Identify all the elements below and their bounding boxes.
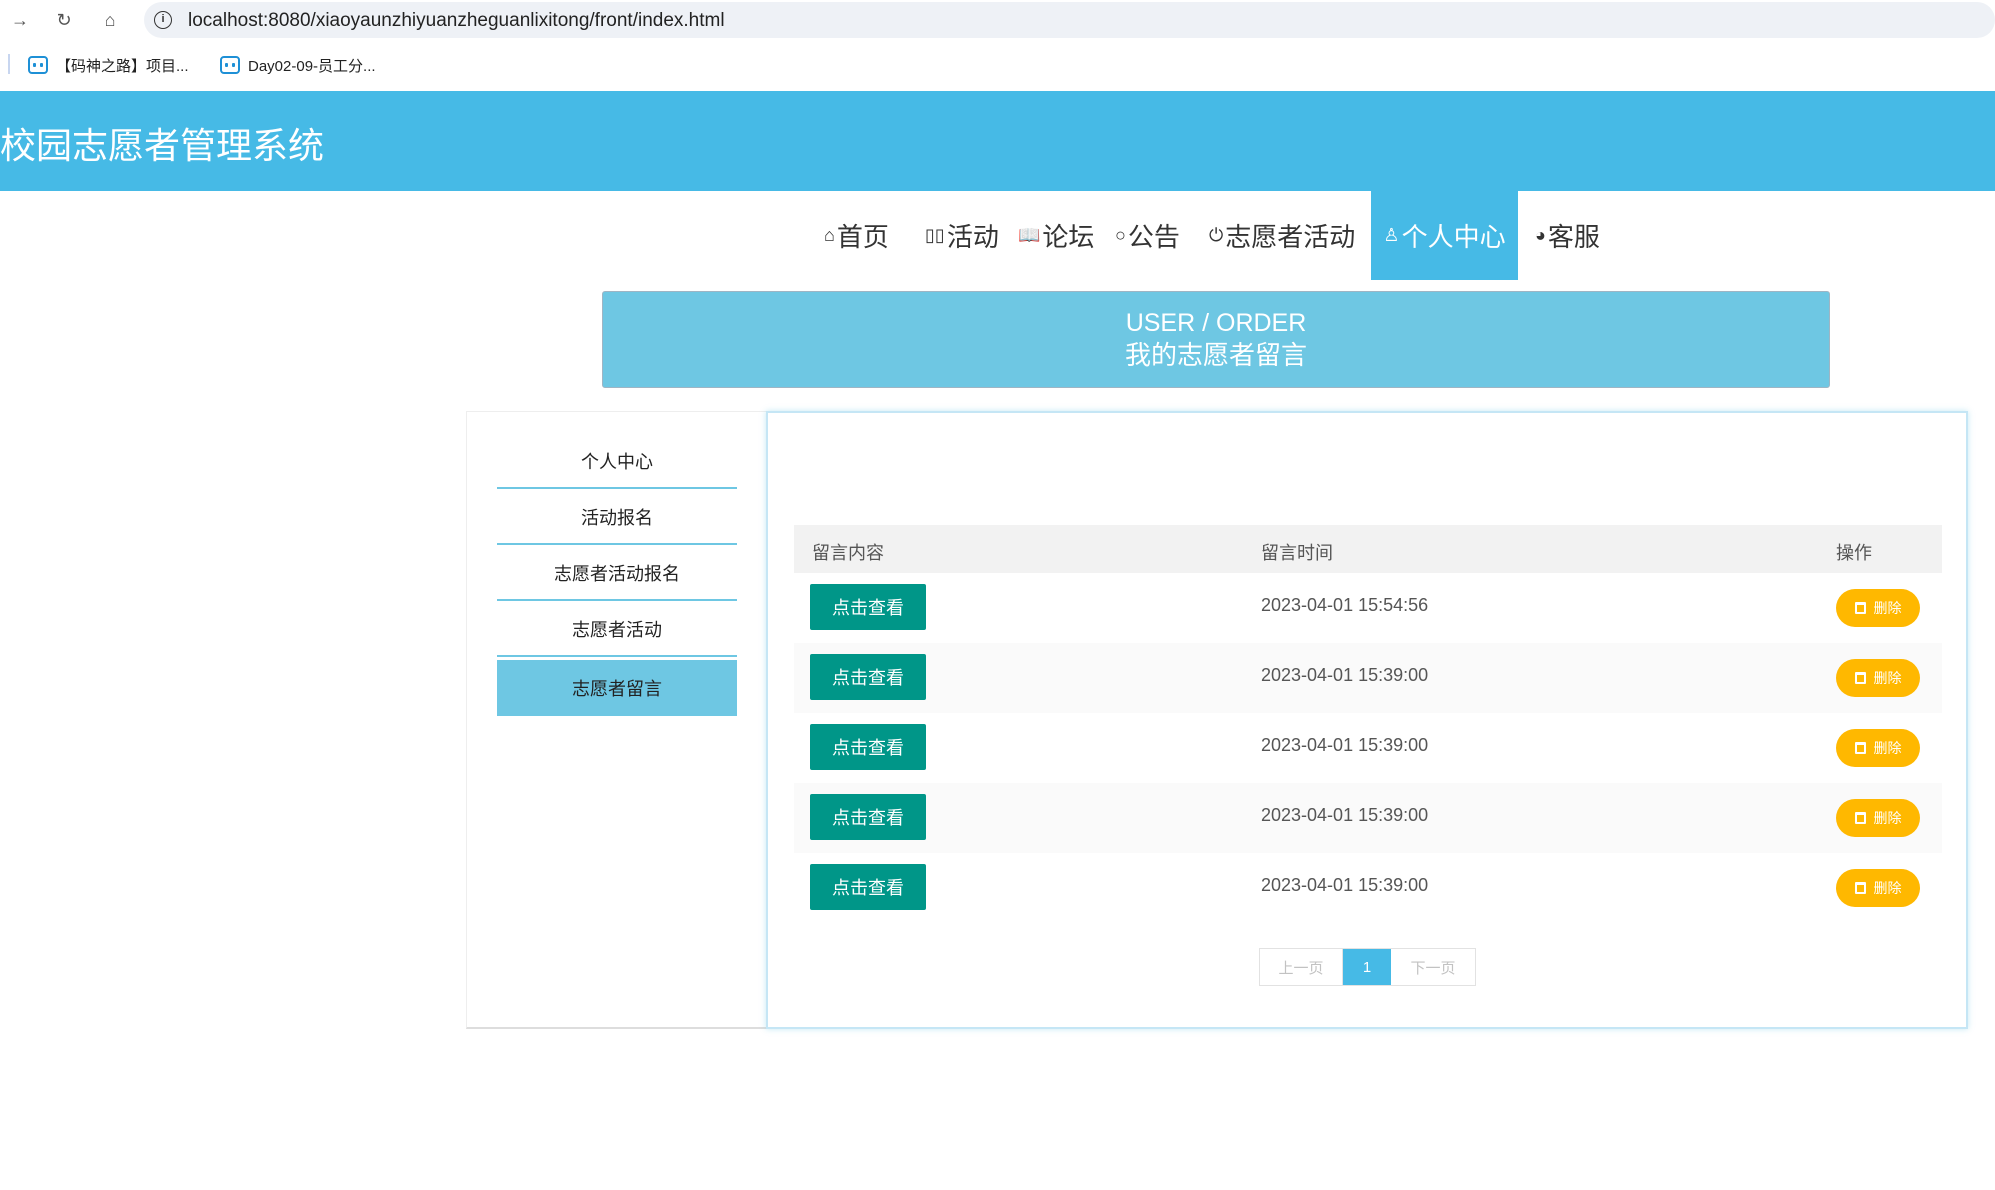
table-row: 点击查看 2023-04-01 15:39:00 删除: [794, 783, 1942, 853]
sidebar-item-personal-center[interactable]: 个人中心: [497, 435, 737, 489]
reload-icon[interactable]: ↻: [52, 8, 76, 32]
delete-button[interactable]: 删除: [1836, 659, 1920, 697]
delete-button[interactable]: 删除: [1836, 589, 1920, 627]
table-row: 点击查看 2023-04-01 15:54:56 删除: [794, 573, 1942, 643]
nav-item-activity[interactable]: ▯▯ 活动: [925, 191, 999, 280]
nav-item-personal-center[interactable]: ♙ 个人中心: [1371, 191, 1518, 280]
sidebar-item-volunteer-activity[interactable]: 志愿者活动: [497, 603, 737, 657]
chat-icon: ◕: [1535, 225, 1546, 245]
delete-label: 删除: [1873, 600, 1902, 616]
page-banner: USER / ORDER 我的志愿者留言: [602, 291, 1830, 388]
message-time: 2023-04-01 15:39:00: [1261, 665, 1429, 685]
message-time: 2023-04-01 15:39:00: [1261, 735, 1429, 755]
sidebar-item-label: 志愿者活动: [572, 620, 662, 640]
view-button[interactable]: 点击查看: [810, 864, 926, 910]
bookmark-2[interactable]: Day02-09-员工分...: [220, 52, 376, 78]
sidebar-item-label: 个人中心: [581, 452, 653, 472]
view-button[interactable]: 点击查看: [810, 794, 926, 840]
nav-item-volunteer-activity[interactable]: ⏻ 志愿者活动: [1209, 191, 1355, 280]
column-header-time: 留言时间: [1261, 543, 1333, 563]
sidebar-item-label: 活动报名: [581, 508, 653, 528]
nav-label: 论坛: [1042, 222, 1095, 252]
bookmarks-bar: 【码神之路】项目... Day02-09-员工分...: [0, 48, 1995, 82]
banner-subtitle: USER / ORDER: [1125, 309, 1307, 337]
sidebar-item-volunteer-activity-signup[interactable]: 志愿者活动报名: [497, 547, 737, 601]
bilibili-icon: [220, 56, 240, 74]
user-icon: ♙: [1383, 225, 1400, 245]
nav-item-notice[interactable]: ○ 公告: [1115, 191, 1180, 280]
column-header-content: 留言内容: [812, 543, 884, 563]
url-text: localhost:8080/xiaoyaunzhiyuanzheguanlix…: [188, 10, 725, 31]
current-page[interactable]: 1: [1343, 949, 1391, 985]
table-row: 点击查看 2023-04-01 15:39:00 删除: [794, 853, 1942, 923]
delete-button[interactable]: 删除: [1836, 729, 1920, 767]
browser-address-bar: → ↻ ⌂ i localhost:8080/xiaoyaunzhiyuanzh…: [0, 0, 1995, 40]
sidebar-item-activity-signup[interactable]: 活动报名: [497, 491, 737, 545]
message-time: 2023-04-01 15:54:56: [1261, 595, 1429, 615]
sidebar: 个人中心 活动报名 志愿者活动报名 志愿者活动 志愿者留言: [466, 411, 766, 1029]
nav-label: 客服: [1547, 222, 1600, 252]
sidebar-item-label: 志愿者留言: [572, 679, 662, 699]
nav-label: 个人中心: [1401, 222, 1506, 252]
nav-label: 志愿者活动: [1225, 222, 1356, 252]
column-header-actions: 操作: [1836, 543, 1872, 563]
prev-page-button[interactable]: 上一页: [1260, 949, 1343, 985]
delete-label: 删除: [1873, 740, 1902, 756]
url-field[interactable]: i localhost:8080/xiaoyaunzhiyuanzheguanl…: [144, 2, 1995, 38]
home-icon: ⌂: [824, 225, 835, 245]
site-header: 校园志愿者管理系统: [0, 91, 1995, 191]
view-button[interactable]: 点击查看: [810, 584, 926, 630]
trash-icon: [1854, 882, 1866, 894]
delete-label: 删除: [1873, 670, 1902, 686]
sidebar-item-volunteer-messages[interactable]: 志愿者留言: [497, 660, 737, 716]
nav-item-customer-service[interactable]: ◕ 客服: [1535, 191, 1600, 280]
message-time: 2023-04-01 15:39:00: [1261, 875, 1429, 895]
activity-icon: ▯▯: [925, 225, 945, 245]
table-row: 点击查看 2023-04-01 15:39:00 删除: [794, 643, 1942, 713]
view-button[interactable]: 点击查看: [810, 654, 926, 700]
page-title: 我的志愿者留言: [1124, 340, 1307, 370]
power-icon: ⏻: [1209, 225, 1224, 245]
bookmark-label: Day02-09-员工分...: [248, 57, 376, 75]
delete-label: 删除: [1873, 810, 1902, 826]
site-info-icon[interactable]: i: [154, 11, 172, 29]
trash-icon: [1854, 672, 1866, 684]
trash-icon: [1854, 812, 1866, 824]
delete-button[interactable]: 删除: [1836, 799, 1920, 837]
bookmark-1[interactable]: 【码神之路】项目...: [28, 52, 189, 78]
trash-icon: [1854, 602, 1866, 614]
book-icon: 📖: [1018, 225, 1041, 245]
message-time: 2023-04-01 15:39:00: [1261, 805, 1429, 825]
content-panel: 留言内容 留言时间 操作 点击查看 2023-04-01 15:54:56 删除…: [766, 411, 1968, 1029]
nav-item-forum[interactable]: 📖 论坛: [1018, 191, 1094, 280]
nav-label: 公告: [1127, 222, 1180, 252]
nav-label: 活动: [946, 222, 999, 252]
table-header: 留言内容 留言时间 操作: [794, 525, 1942, 573]
bilibili-icon: [28, 56, 48, 74]
back-icon[interactable]: →: [8, 8, 32, 32]
nav-label: 首页: [836, 222, 889, 252]
bookmark-label: 【码神之路】项目...: [56, 57, 189, 75]
nav-item-home[interactable]: ⌂ 首页: [824, 191, 889, 280]
next-page-button[interactable]: 下一页: [1391, 949, 1475, 985]
sidebar-item-label: 志愿者活动报名: [554, 564, 680, 584]
trash-icon: [1854, 742, 1866, 754]
delete-button[interactable]: 删除: [1836, 869, 1920, 907]
notice-icon: ○: [1115, 225, 1126, 245]
pagination: 上一页 1 下一页: [1259, 948, 1476, 986]
table-row: 点击查看 2023-04-01 15:39:00 删除: [794, 713, 1942, 783]
view-button[interactable]: 点击查看: [810, 724, 926, 770]
home-icon[interactable]: ⌂: [98, 8, 122, 32]
main-nav: ⌂ 首页 ▯▯ 活动 📖 论坛 ○ 公告 ⏻ 志愿者活动 ♙ 个人中心 ◕ 客服: [0, 191, 1995, 280]
delete-label: 删除: [1873, 880, 1902, 896]
bookmarks-divider: [8, 54, 10, 74]
site-title: 校园志愿者管理系统: [0, 125, 325, 166]
